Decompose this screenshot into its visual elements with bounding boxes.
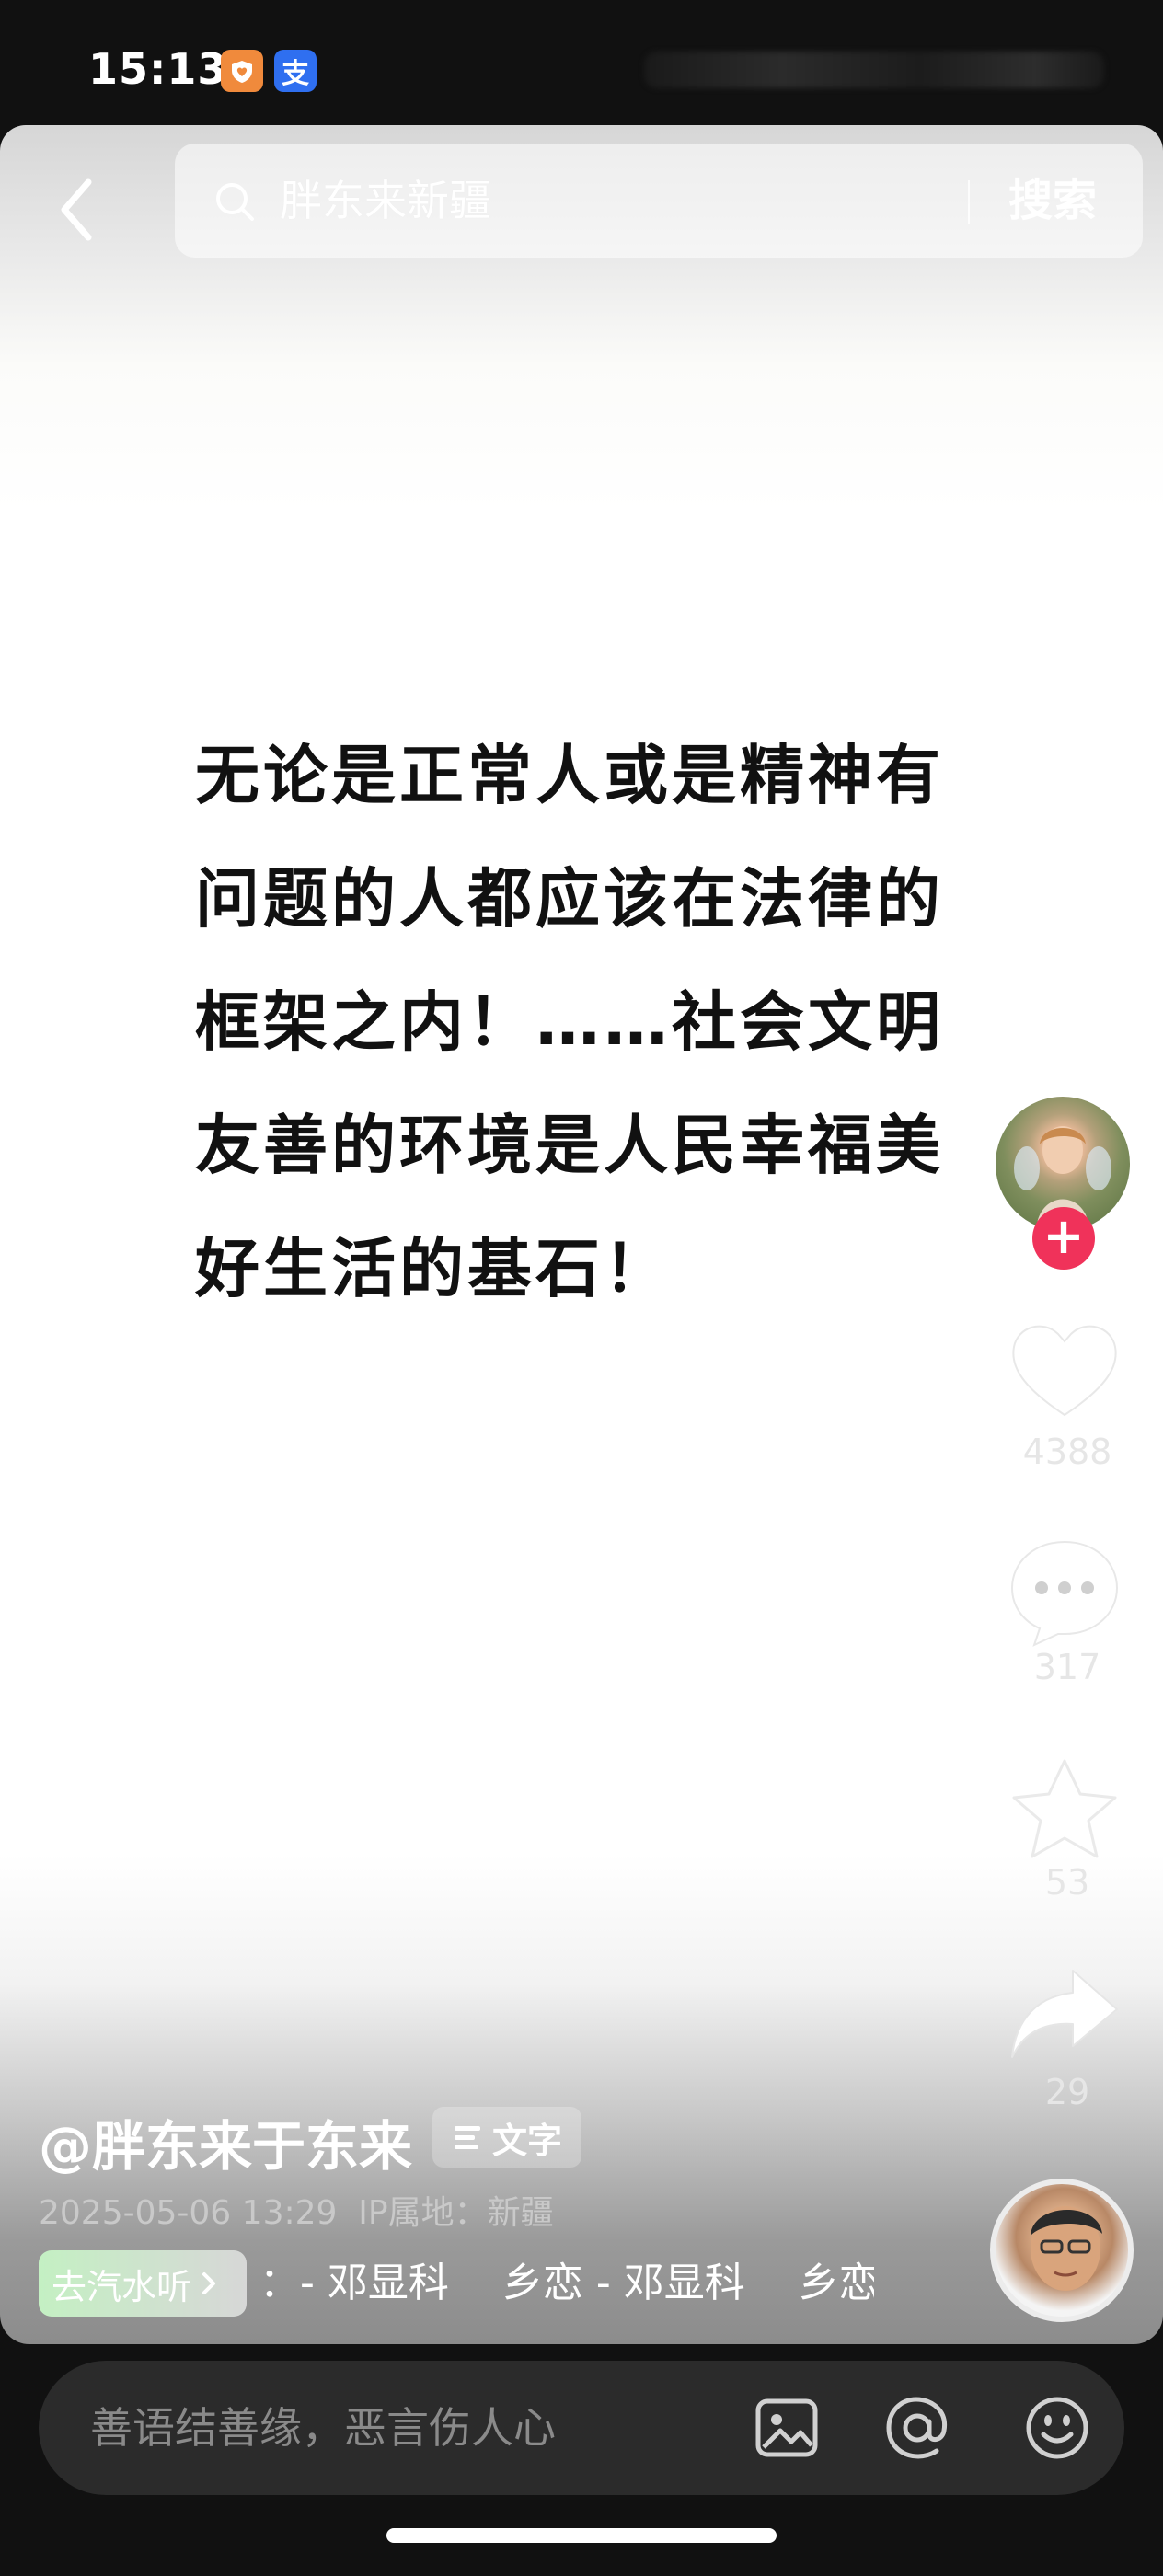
image-icon[interactable]	[753, 2394, 821, 2462]
search-divider	[968, 180, 970, 224]
comment-button[interactable]	[1007, 1533, 1123, 1649]
comment-bar[interactable]: 善语结善缘，恶言伤人心	[39, 2361, 1124, 2495]
post-meta: 2025-05-06 13:29 IP属地：新疆	[39, 2186, 554, 2234]
post-card[interactable]: 胖东来新疆 搜索 无论是正常人或是精神有问题的人都应该在法律的框架之内！……社会…	[0, 125, 1163, 2344]
author-name[interactable]: @胖东来于东来	[39, 2103, 412, 2180]
search-icon	[216, 183, 254, 221]
like-button[interactable]	[1005, 1314, 1124, 1424]
favorite-count: 53	[1044, 1862, 1090, 1903]
comment-input[interactable]: 善语结善缘，恶言伤人心	[90, 2396, 556, 2460]
blurred-status-icons	[644, 52, 1104, 88]
music-track-marquee[interactable]: ：- 邓显科 乡恋 - 邓显科 乡恋	[259, 2250, 874, 2317]
star-icon	[1012, 1759, 1117, 1858]
search-bar[interactable]: 胖东来新疆 搜索	[175, 144, 1143, 258]
search-button[interactable]: 搜索	[1008, 169, 1097, 232]
comment-bubble-icon	[1010, 1540, 1119, 1647]
music-chip-label: 去汽水听	[52, 2266, 192, 2307]
favorite-button[interactable]	[1007, 1755, 1123, 1862]
at-mention-icon[interactable]	[883, 2394, 951, 2462]
like-count: 4388	[1022, 1432, 1112, 1472]
text-tag-label: 文字	[491, 2120, 562, 2161]
heart-shield-icon	[221, 50, 263, 92]
text-tag[interactable]: 文字	[432, 2107, 582, 2168]
post-date: 2025-05-06 13:29	[39, 2194, 338, 2232]
share-arrow-icon	[1011, 1970, 1118, 2058]
back-button[interactable]	[52, 173, 107, 247]
music-app-chip[interactable]: 去汽水听	[39, 2250, 247, 2317]
comment-count: 317	[1033, 1647, 1101, 1687]
share-count: 29	[1044, 2072, 1090, 2112]
music-avatar-image	[1031, 2206, 1102, 2291]
ip-location: IP属地：新疆	[358, 2194, 554, 2232]
text-lines-icon	[454, 2126, 480, 2149]
status-bar: 15:13 支	[0, 0, 1163, 125]
post-text: 无论是正常人或是精神有问题的人都应该在法律的框架之内！……社会文明友善的环境是人…	[195, 738, 944, 1306]
home-indicator[interactable]	[386, 2528, 777, 2543]
chevron-left-icon	[61, 178, 92, 241]
follow-button[interactable]: +	[1032, 1207, 1095, 1270]
status-time: 15:13	[88, 44, 228, 94]
chevron-right-icon	[202, 2272, 216, 2294]
emoji-icon[interactable]	[1023, 2394, 1091, 2462]
alipay-icon: 支	[274, 50, 317, 92]
music-disc-avatar[interactable]	[990, 2179, 1134, 2322]
share-button[interactable]	[1007, 1965, 1123, 2066]
search-input[interactable]: 胖东来新疆	[280, 169, 491, 232]
heart-icon	[1012, 1325, 1117, 1417]
